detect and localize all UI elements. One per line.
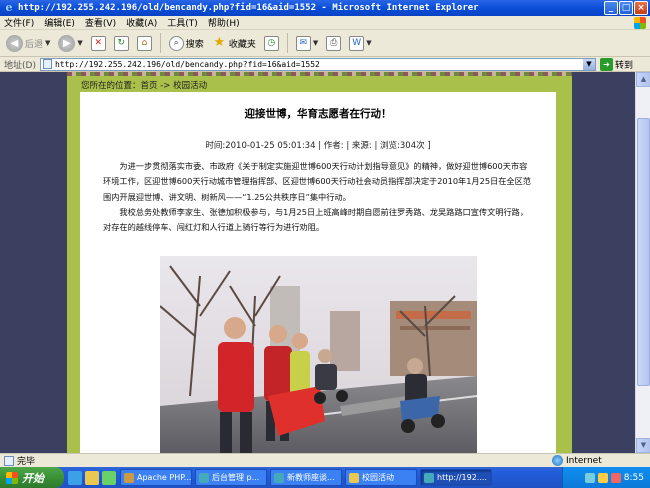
browser-icon (424, 472, 434, 483)
edit-dropdown-icon[interactable]: ▼ (366, 39, 371, 47)
forward-dropdown-icon[interactable]: ▼ (77, 39, 82, 47)
search-button[interactable]: ⌕ 搜索 (167, 32, 206, 54)
page-viewport[interactable]: 您所在的位置：首页 -> 校园活动 迎接世博，华育志愿者在行动！ 时间:2010… (0, 72, 650, 453)
tray-app-icon[interactable] (610, 472, 621, 483)
back-arrow-icon: ◀ (6, 34, 23, 52)
article-meta: 时间:2010-01-25 05:01:34 | 作者: | 来源: | 浏览:… (205, 141, 431, 151)
home-button[interactable]: ⌂ (135, 32, 154, 54)
menu-bar: 文件(F) 编辑(E) 查看(V) 收藏(A) 工具(T) 帮助(H) (0, 16, 650, 30)
page-frame: 您所在的位置：首页 -> 校园活动 迎接世博，华育志愿者在行动！ 时间:2010… (67, 72, 572, 453)
article-title: 迎接世博，华育志愿者在行动！ (244, 108, 392, 120)
back-button[interactable]: ◀ 后退 ▼ (4, 32, 52, 54)
security-zone[interactable]: Internet (552, 455, 602, 466)
scroll-down-icon[interactable]: ▼ (636, 438, 650, 453)
print-icon: ⎙ (326, 35, 342, 51)
forward-button[interactable]: ▶ ▼ (56, 32, 84, 54)
article-paragraph: 为进一步贯彻落实市委、市政府《关于制定实施迎世博600天行动计划指导意见》的精神… (103, 161, 531, 202)
ie-quicklaunch-icon[interactable] (68, 470, 82, 485)
maximize-button[interactable]: □ (619, 1, 633, 15)
stop-icon: ✕ (90, 35, 106, 51)
menu-help[interactable]: 帮助(H) (208, 16, 240, 29)
windows-logo-icon (634, 17, 646, 29)
taskbar: 开始 Apache PHP... 后台管理 p... 新教师座谈... 校园活动… (0, 467, 650, 488)
toolbar: ◀ 后退 ▼ ▶ ▼ ✕ ↻ ⌂ ⌕ 搜索 ★ 收藏夹 ◷ ✉ ▼ ⎙ W ▼ (0, 30, 650, 57)
street-volunteers-photo (160, 256, 477, 453)
page-done-icon (4, 455, 14, 466)
address-input[interactable]: http://192.255.242.196/old/bencandy.php?… (39, 57, 596, 71)
address-url: http://192.255.242.196/old/bencandy.php?… (54, 59, 320, 69)
task-list: Apache PHP... 后台管理 p... 新教师座谈... 校园活动 ht… (120, 469, 492, 486)
scroll-up-icon[interactable]: ▲ (636, 72, 650, 87)
breadcrumb[interactable]: 您所在的位置：首页 -> 校园活动 (81, 79, 207, 91)
minimize-button[interactable]: _ (604, 1, 618, 15)
address-bar: 地址(D) http://192.255.242.196/old/bencand… (0, 57, 650, 72)
apache-icon (124, 472, 134, 483)
task-campus-activity[interactable]: 校园活动 (345, 469, 417, 486)
print-button[interactable]: ⎙ (324, 32, 343, 54)
internet-globe-icon (552, 455, 563, 466)
word-edit-icon: W (349, 35, 365, 51)
task-teacher-meeting[interactable]: 新教师座谈... (270, 469, 342, 486)
forward-arrow-icon: ▶ (58, 34, 76, 52)
vertical-scrollbar[interactable]: ▲ ▼ (635, 72, 650, 453)
app-quicklaunch-icon[interactable] (102, 470, 116, 485)
menu-tools[interactable]: 工具(T) (167, 16, 198, 29)
header-banner-strip (67, 72, 572, 76)
refresh-icon: ↻ (113, 35, 129, 51)
history-icon: ◷ (263, 35, 279, 51)
task-ie-active[interactable]: http://192.... (420, 469, 492, 486)
ie-logo-icon: e (5, 1, 13, 14)
article-content: 迎接世博，华育志愿者在行动！ 时间:2010-01-25 05:01:34 | … (80, 92, 556, 453)
page-icon (42, 59, 52, 69)
browser-icon (199, 472, 209, 483)
task-apache[interactable]: Apache PHP... (120, 469, 192, 486)
address-label: 地址(D) (4, 60, 36, 71)
refresh-button[interactable]: ↻ (112, 32, 131, 54)
system-tray: 8:55 (562, 467, 650, 488)
edit-button[interactable]: W ▼ (347, 32, 373, 54)
menu-favorites[interactable]: 收藏(A) (126, 16, 157, 29)
task-admin[interactable]: 后台管理 p... (195, 469, 267, 486)
back-dropdown-icon[interactable]: ▼ (45, 39, 50, 47)
start-button[interactable]: 开始 (0, 467, 64, 488)
favorites-button[interactable]: ★ 收藏夹 (210, 32, 258, 54)
folder-icon (349, 472, 359, 483)
menu-view[interactable]: 查看(V) (85, 16, 116, 29)
windows-flag-icon (6, 471, 18, 484)
tray-app-icon[interactable] (597, 472, 608, 483)
status-bar: 完毕 Internet (0, 453, 650, 467)
title-bar[interactable]: e http://192.255.242.196/old/bencandy.ph… (0, 0, 650, 16)
mail-button[interactable]: ✉ ▼ (294, 32, 320, 54)
close-button[interactable]: × (634, 1, 648, 15)
folder-quicklaunch-icon[interactable] (85, 470, 99, 485)
network-icon[interactable] (584, 472, 595, 483)
window-title: http://192.255.242.196/old/bencandy.php?… (18, 3, 479, 13)
quick-launch (68, 470, 116, 485)
scrollbar-thumb[interactable] (637, 118, 650, 386)
menu-file[interactable]: 文件(F) (4, 16, 34, 29)
star-icon: ★ (213, 34, 226, 50)
status-text: 完毕 (17, 457, 36, 467)
article-paragraph: 我校总务处教师李家生、张德加积极参与，与1月25日上班高峰时期自愿前往罗秀路、龙… (103, 206, 529, 233)
article-photo (160, 256, 477, 453)
stop-button[interactable]: ✕ (89, 32, 108, 54)
go-button[interactable]: ➔ 转到 (599, 57, 633, 71)
address-dropdown-icon[interactable]: ▼ (582, 58, 595, 70)
browser-icon (274, 472, 284, 483)
mail-dropdown-icon[interactable]: ▼ (313, 39, 318, 47)
toolbar-separator (159, 33, 161, 53)
go-arrow-icon: ➔ (599, 57, 613, 71)
menu-edit[interactable]: 编辑(E) (44, 16, 75, 29)
home-icon: ⌂ (136, 35, 152, 51)
mail-icon: ✉ (295, 35, 311, 51)
clock[interactable]: 8:55 (624, 473, 644, 483)
toolbar-separator (286, 33, 288, 53)
history-button[interactable]: ◷ (262, 32, 281, 54)
search-icon: ⌕ (168, 35, 184, 51)
